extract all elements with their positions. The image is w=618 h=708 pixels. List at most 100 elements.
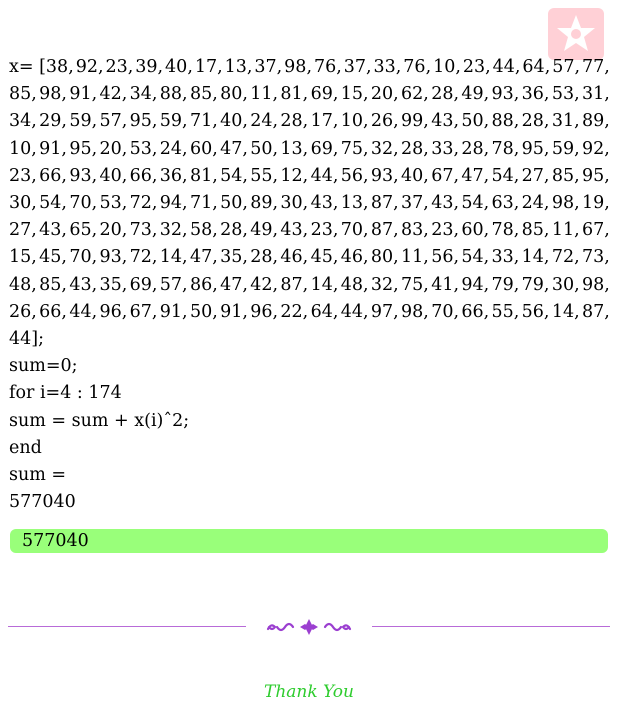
array-value: 77, [581, 57, 610, 77]
array-value: 57, [552, 57, 581, 77]
array-value: 91, [39, 138, 67, 159]
array-value: 39, [135, 57, 164, 77]
array-value: 33, [491, 247, 520, 268]
array-value: 59, [551, 138, 580, 159]
array-line: 23, 66, 93, 40, 66, 36, 81, 54, 55, 12, 44, 56, 93, 4… [9, 163, 610, 190]
array-value: 88, [491, 111, 520, 132]
array-value: 98, [284, 57, 313, 77]
array-value: 60, [461, 220, 490, 241]
array-value: 37, [401, 193, 429, 214]
array-value: 28, [461, 138, 490, 159]
array-value: 27, [9, 220, 37, 241]
array-line: 34, 29, 59, 57, 95, 59, 71, 40, 24, 28, 17, 10, 26, 9… [9, 108, 610, 135]
array-value: 36, [521, 84, 550, 105]
array-value: 30, [9, 193, 37, 214]
array-value: 28, [401, 138, 429, 159]
array-value: 14, [159, 247, 188, 268]
array-value: 47, [189, 247, 218, 268]
array-value: 50, [189, 301, 218, 322]
array-value: 26, [370, 111, 399, 132]
array-value: 44, [69, 301, 98, 322]
array-value: 75, [401, 274, 429, 295]
array-value: 11, [250, 84, 279, 105]
array-value: 56, [431, 247, 460, 268]
array-value: 20, [370, 84, 399, 105]
array-value: 78, [491, 138, 520, 159]
array-value: 50, [250, 138, 279, 159]
array-value: 98, [39, 84, 67, 105]
array-value: 96, [99, 301, 128, 322]
array-value: 11, [551, 220, 580, 241]
array-value: 43, [69, 274, 98, 295]
array-value: 17, [310, 111, 339, 132]
array-value: 35, [99, 274, 128, 295]
array-value: 31, [551, 111, 580, 132]
array-value: 36, [159, 165, 188, 186]
array-value: 69, [310, 138, 339, 159]
array-value: 94, [159, 193, 188, 214]
array-value: 71, [189, 111, 218, 132]
array-value: 66, [129, 165, 158, 186]
array-value: 45, [39, 247, 67, 268]
divider-rule-left [8, 626, 246, 627]
array-value: 70, [340, 220, 369, 241]
array-value: 48, [340, 274, 369, 295]
array-value: 33, [431, 138, 460, 159]
array-value: 56, [521, 301, 550, 322]
array-value: 10, [340, 111, 369, 132]
array-value: 99, [401, 111, 429, 132]
array-value: 69, [129, 274, 158, 295]
array-value: 62, [401, 84, 429, 105]
thank-you-text: Thank You [263, 682, 354, 702]
array-value: 87, [370, 193, 399, 214]
ornamental-divider [8, 617, 610, 637]
array-value: 93, [69, 165, 98, 186]
array-value: 76, [313, 57, 342, 77]
array-value: 92, [75, 57, 104, 77]
array-value: 53, [129, 138, 158, 159]
array-value: 98, [401, 301, 429, 322]
array-value: 53, [99, 193, 128, 214]
array-value: 54, [39, 193, 67, 214]
array-value: 72, [129, 193, 158, 214]
array-value: 13, [340, 193, 369, 214]
array-value: 43, [431, 193, 460, 214]
array-value: 59, [159, 111, 188, 132]
array-value: 87, [581, 301, 610, 322]
array-literal: x= [38, 92, 23, 39, 40, 17, 13, 37, 98, 76, 37, 33,… [9, 54, 610, 326]
array-value: 93, [370, 165, 399, 186]
output-value: 577040 [9, 492, 76, 513]
array-value: 24, [521, 193, 550, 214]
array-value: 48, [9, 274, 37, 295]
code-line-for: for i=4 : 174 [9, 383, 122, 404]
array-value: 10, [9, 138, 37, 159]
array-value: 28, [220, 220, 248, 241]
array-value: 93, [99, 247, 128, 268]
array-value: 15, [340, 84, 369, 105]
array-value: 41, [431, 274, 460, 295]
array-value: 59, [69, 111, 98, 132]
array-value: 23, [462, 57, 491, 77]
array-value: 20, [99, 220, 128, 241]
array-value: 70, [431, 301, 460, 322]
array-value: 67, [431, 165, 460, 186]
array-value: 23, [310, 220, 339, 241]
array-line: 27, 43, 65, 20, 73, 32, 58, 28, 49, 43, 23, 70, 87, 8… [9, 217, 610, 244]
array-value: 87, [370, 220, 399, 241]
array-value: 66, [39, 165, 67, 186]
array-value: 85, [521, 220, 550, 241]
array-value: 43, [431, 111, 460, 132]
array-value: 33, [373, 57, 402, 77]
array-value: 64, [310, 301, 339, 322]
array-value: 46, [340, 247, 369, 268]
array-value: 40, [220, 111, 248, 132]
array-value: 14, [521, 247, 550, 268]
array-value: 72, [551, 247, 580, 268]
array-value: 37, [343, 57, 372, 77]
array-value: 95, [129, 111, 158, 132]
array-value: 15, [9, 247, 37, 268]
array-value: 12, [280, 165, 309, 186]
array-value: 45, [310, 247, 339, 268]
array-value: 70, [69, 193, 98, 214]
array-value: 31, [581, 84, 610, 105]
